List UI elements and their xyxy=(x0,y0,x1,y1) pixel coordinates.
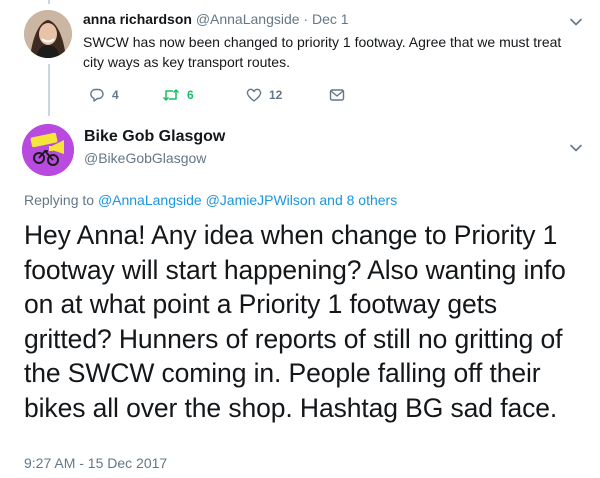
reply-count: 4 xyxy=(112,88,119,102)
thread-line-top xyxy=(48,0,50,4)
like-count: 12 xyxy=(269,88,283,102)
direct-message-button[interactable] xyxy=(329,86,345,104)
reply-icon xyxy=(90,88,104,102)
replying-to-line: Replying to @AnnaLangside @JamieJPWilson… xyxy=(24,192,397,208)
bike-gob-logo-avatar xyxy=(22,124,74,176)
tweet-text: SWCW has now been changed to priority 1 … xyxy=(83,34,562,70)
retweet-icon xyxy=(162,89,180,101)
like-button[interactable]: 12 xyxy=(246,86,282,104)
author-name[interactable]: Bike Gob Glasgow xyxy=(84,128,225,146)
like-icon xyxy=(246,88,262,102)
chevron-down-icon[interactable] xyxy=(568,14,584,30)
reply-tweet[interactable]: anna richardson @AnnaLangside · Dec 1 SW… xyxy=(83,10,583,72)
avatar-photo-anna xyxy=(24,10,72,58)
tweet-date[interactable]: · Dec 1 xyxy=(303,11,348,27)
author-handle[interactable]: @BikeGobGlasgow xyxy=(84,150,206,166)
retweet-count: 6 xyxy=(187,88,194,102)
retweet-button[interactable]: 6 xyxy=(162,86,194,104)
avatar[interactable] xyxy=(24,10,72,58)
avatar[interactable] xyxy=(22,124,74,176)
author-name[interactable]: anna richardson xyxy=(83,11,192,27)
tweet-text: Hey Anna! Any idea when change to Priori… xyxy=(24,220,566,423)
mention-link[interactable]: @AnnaLangside xyxy=(98,192,202,208)
reply-button[interactable]: 4 xyxy=(89,86,119,104)
tweet-timestamp[interactable]: 9:27 AM - 15 Dec 2017 xyxy=(24,455,167,471)
chevron-down-icon[interactable] xyxy=(568,140,584,156)
author-handle[interactable]: @AnnaLangside xyxy=(196,11,300,27)
others-link[interactable]: and 8 others xyxy=(319,192,397,208)
replying-to-label: Replying to xyxy=(24,192,95,208)
thread-connector-line xyxy=(48,64,50,116)
message-icon xyxy=(329,89,345,101)
mention-link[interactable]: @JamieJPWilson xyxy=(206,192,316,208)
